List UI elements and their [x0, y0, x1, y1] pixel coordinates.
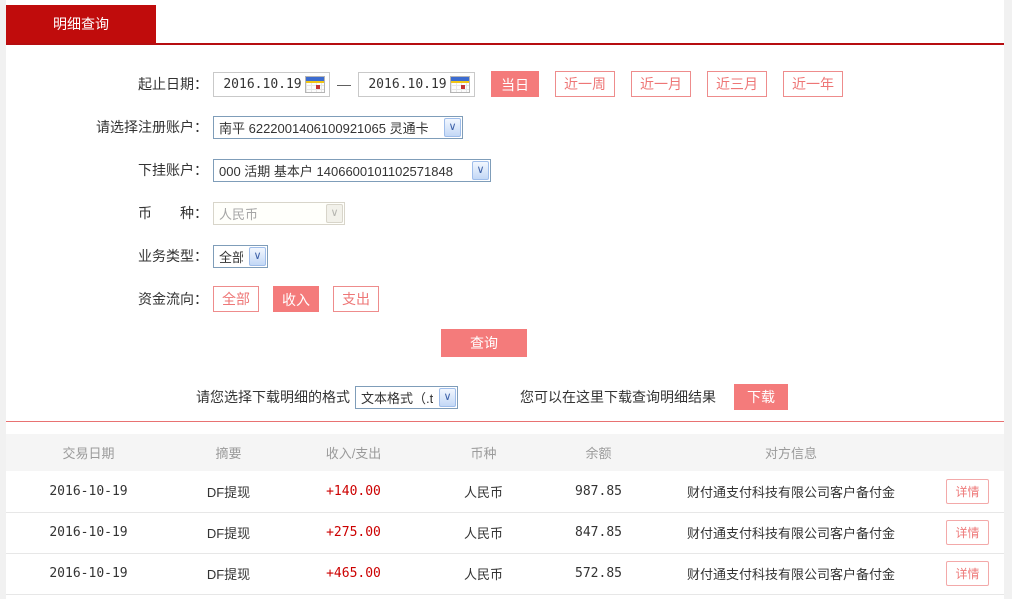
registered-account-label: 请选择注册账户：	[6, 117, 208, 137]
results-section: 交易日期 摘要 收入/支出 币种 余额 对方信息 2016-10-19 DF提现…	[6, 421, 1004, 595]
table-row: 2016-10-19 DF提现 +465.00 人民币 572.85 财付通支付…	[6, 553, 1004, 594]
start-date-input[interactable]: 2016.10.19	[213, 72, 330, 97]
cell-trade-date: 2016-10-19	[6, 512, 171, 553]
currency-value: 人民币	[219, 204, 320, 223]
fund-flow-row: 资金流向： 全部 收入 支出	[6, 286, 1004, 312]
download-button[interactable]: 下载	[734, 384, 788, 410]
cell-amount: +275.00	[286, 512, 421, 553]
business-type-select[interactable]: 全部 ∨	[213, 245, 268, 268]
date-range-row: 起止日期： 2016.10.19 — 2016.10.19 当日 近一周 近一月…	[6, 71, 1004, 97]
table-row: 2016-10-19 DF提现 +275.00 人民币 847.85 财付通支付…	[6, 512, 1004, 553]
quick-range-3months-button[interactable]: 近三月	[707, 71, 767, 97]
fund-flow-label: 资金流向：	[6, 289, 208, 309]
registered-account-row: 请选择注册账户： 南平 6222001406100921065 灵通卡 ∨	[6, 114, 1004, 140]
fund-flow-expense-button[interactable]: 支出	[333, 286, 379, 312]
header-trade-date: 交易日期	[6, 434, 171, 471]
sub-account-value: 000 活期 基本户 1406600101102571848	[219, 161, 466, 180]
end-date-value[interactable]: 2016.10.19	[365, 77, 450, 92]
cell-actions: 详情	[931, 553, 1004, 594]
download-format-select[interactable]: 文本格式（.txt） ∨	[355, 386, 458, 409]
chevron-down-icon[interactable]: ∨	[472, 161, 489, 180]
calendar-icon[interactable]	[450, 76, 470, 93]
currency-label: 币 种：	[6, 203, 208, 223]
download-hint-text: 您可以在这里下载查询明细结果	[520, 387, 716, 407]
detail-button[interactable]: 详情	[946, 520, 988, 545]
header-balance: 余额	[546, 434, 651, 471]
cell-trade-date: 2016-10-19	[6, 471, 171, 512]
cell-actions: 详情	[931, 512, 1004, 553]
currency-select: 人民币 ∨	[213, 202, 345, 225]
date-range-label: 起止日期：	[6, 74, 208, 94]
quick-range-week-button[interactable]: 近一周	[555, 71, 615, 97]
cell-currency: 人民币	[421, 512, 546, 553]
detail-button[interactable]: 详情	[946, 561, 988, 586]
sub-account-row: 下挂账户： 000 活期 基本户 1406600101102571848 ∨	[6, 157, 1004, 183]
start-date-value[interactable]: 2016.10.19	[220, 77, 305, 92]
query-button-row: 查询	[6, 329, 1004, 357]
cell-balance: 847.85	[546, 512, 651, 553]
quick-range-year-button[interactable]: 近一年	[783, 71, 843, 97]
cell-summary: DF提现	[171, 553, 286, 594]
currency-row: 币 种： 人民币 ∨	[6, 200, 1004, 226]
table-row: 2016-10-19 DF提现 +140.00 人民币 987.85 财付通支付…	[6, 471, 1004, 512]
registered-account-select[interactable]: 南平 6222001406100921065 灵通卡 ∨	[213, 116, 463, 139]
fund-flow-all-button[interactable]: 全部	[213, 286, 259, 312]
query-form: 起止日期： 2016.10.19 — 2016.10.19 当日 近一周 近一月…	[6, 45, 1004, 410]
header-currency: 币种	[421, 434, 546, 471]
table-header-row: 交易日期 摘要 收入/支出 币种 余额 对方信息	[6, 434, 1004, 471]
business-type-row: 业务类型： 全部 ∨	[6, 243, 1004, 269]
download-format-value: 文本格式（.txt）	[361, 388, 433, 407]
business-type-value: 全部	[219, 247, 243, 266]
fund-flow-income-button[interactable]: 收入	[273, 286, 319, 312]
download-format-label: 请您选择下载明细的格式	[196, 387, 350, 407]
cell-summary: DF提现	[171, 512, 286, 553]
header-summary: 摘要	[171, 434, 286, 471]
cell-counterparty: 财付通支付科技有限公司客户备付金	[651, 471, 931, 512]
sub-account-select[interactable]: 000 活期 基本户 1406600101102571848 ∨	[213, 159, 491, 182]
query-button[interactable]: 查询	[441, 329, 527, 357]
cell-amount: +140.00	[286, 471, 421, 512]
download-row: 请您选择下载明细的格式 文本格式（.txt） ∨ 您可以在这里下载查询明细结果 …	[6, 384, 1004, 410]
cell-summary: DF提现	[171, 471, 286, 512]
business-type-label: 业务类型：	[6, 246, 208, 266]
tab-detail-query[interactable]: 明细查询	[6, 5, 156, 43]
sub-account-label: 下挂账户：	[6, 160, 208, 180]
quick-range-month-button[interactable]: 近一月	[631, 71, 691, 97]
cell-counterparty: 财付通支付科技有限公司客户备付金	[651, 512, 931, 553]
chevron-down-icon[interactable]: ∨	[439, 388, 456, 407]
date-range-separator: —	[337, 76, 351, 92]
header-counterparty: 对方信息	[651, 434, 931, 471]
tab-bar: 明细查询	[6, 0, 1004, 45]
results-table: 交易日期 摘要 收入/支出 币种 余额 对方信息 2016-10-19 DF提现…	[6, 434, 1004, 595]
cell-balance: 572.85	[546, 553, 651, 594]
cell-trade-date: 2016-10-19	[6, 553, 171, 594]
cell-balance: 987.85	[546, 471, 651, 512]
detail-button[interactable]: 详情	[946, 479, 988, 504]
header-actions	[931, 434, 1004, 471]
cell-amount: +465.00	[286, 553, 421, 594]
header-income-expense: 收入/支出	[286, 434, 421, 471]
cell-currency: 人民币	[421, 471, 546, 512]
page-container: 明细查询 起止日期： 2016.10.19 — 2016.10.19 当日 近一…	[6, 0, 1004, 599]
registered-account-value: 南平 6222001406100921065 灵通卡	[219, 118, 438, 137]
end-date-input[interactable]: 2016.10.19	[358, 72, 475, 97]
chevron-down-icon[interactable]: ∨	[444, 118, 461, 137]
chevron-down-icon[interactable]: ∨	[249, 247, 266, 266]
cell-counterparty: 财付通支付科技有限公司客户备付金	[651, 553, 931, 594]
chevron-down-icon: ∨	[326, 204, 343, 223]
cell-actions: 详情	[931, 471, 1004, 512]
quick-range-today-button[interactable]: 当日	[491, 71, 539, 97]
calendar-icon[interactable]	[305, 76, 325, 93]
cell-currency: 人民币	[421, 553, 546, 594]
